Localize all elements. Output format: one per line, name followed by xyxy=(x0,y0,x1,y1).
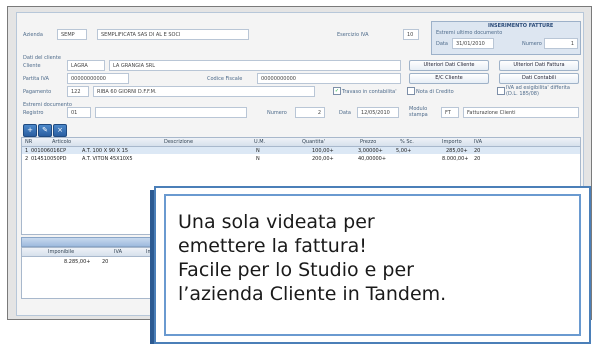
totals-header: Imponibile IVA Im xyxy=(22,248,172,257)
esercizio-label: Esercizio IVA xyxy=(337,32,369,38)
cell-um: N xyxy=(256,148,260,154)
callout-line-2: emettere la fattura! xyxy=(178,235,367,257)
imposta-label: Im xyxy=(146,249,153,255)
dati-contabili-button[interactable]: Dati Contabili xyxy=(499,73,579,84)
cell-descrizione: A.T. VITON 45X10X5 xyxy=(82,156,133,162)
col-descrizione: Descrizione xyxy=(164,139,194,145)
cell-iva: 20 xyxy=(474,156,481,162)
table-row[interactable]: 1 001006016CP A.T. 100 X 90 X 15 N 100,0… xyxy=(22,147,580,154)
registro-label: Registro xyxy=(23,110,44,116)
ec-cliente-button[interactable]: E/C Cliente xyxy=(409,73,489,84)
delete-row-icon[interactable]: × xyxy=(53,124,67,137)
col-quantita: Quantita' xyxy=(302,139,326,145)
last-doc-date-label: Data xyxy=(436,41,448,47)
imponibile-label: Imponibile xyxy=(48,249,75,255)
last-doc-number-field: 1 xyxy=(544,38,578,49)
edit-row-icon[interactable]: ✎ xyxy=(38,124,52,137)
ulteriori-fattura-button[interactable]: Ulteriori Dati Fattura xyxy=(499,60,579,71)
cell-importo: 285,00+ xyxy=(446,148,468,154)
callout-line-3: Facile per lo Studio e per xyxy=(178,259,414,281)
azienda-label: Azienda xyxy=(23,32,43,38)
callout-box: Una sola videata per emettere la fattura… xyxy=(154,186,591,344)
cf-label: Codice Fiscale xyxy=(207,76,243,82)
last-doc-date-field: 31/01/2010 xyxy=(452,38,494,49)
pagamento-code-field[interactable]: 122 xyxy=(67,86,89,97)
cell-descrizione: A.T. 100 X 90 X 15 xyxy=(82,148,129,154)
data-label: Data xyxy=(339,110,351,116)
cell-sconto: 5,00+ xyxy=(396,148,412,154)
table-row[interactable]: 2 014510050PD A.T. VITON 45X10X5 N 200,0… xyxy=(22,155,580,162)
modulo-desc-field[interactable]: Fatturazione Clienti xyxy=(463,107,579,118)
last-doc-number-label: Numero xyxy=(522,41,542,47)
cliente-label: Cliente xyxy=(23,63,41,69)
data-field[interactable]: 12/05/2010 xyxy=(357,107,399,118)
cf-field[interactable]: 00000000000 xyxy=(257,73,401,84)
pagamento-label: Pagamento xyxy=(23,89,52,95)
col-nr: NR xyxy=(25,139,33,145)
col-iva: IVA xyxy=(474,139,482,145)
iva-label: IVA xyxy=(114,249,122,255)
totals-iva-value: 20 xyxy=(102,259,109,265)
callout-inner-border: Una sola videata per emettere la fattura… xyxy=(164,194,581,336)
numero-field[interactable]: 2 xyxy=(295,107,325,118)
esercizio-field[interactable]: 10 xyxy=(403,29,419,40)
cell-nr: 1 xyxy=(25,148,29,154)
piva-field[interactable]: 00000000000 xyxy=(67,73,129,84)
cell-importo: 8.000,00+ xyxy=(442,156,469,162)
cliente-section-label: Dati del cliente xyxy=(23,55,61,61)
callout-text: Una sola videata per emettere la fattura… xyxy=(178,210,446,306)
cell-prezzo: 40,00000+ xyxy=(358,156,387,162)
azienda-code-field[interactable]: SEMP xyxy=(57,29,87,40)
imponibile-value: 8.285,00+ xyxy=(64,259,91,265)
pagamento-desc-field[interactable]: RIBA 60 GIORNI D.F.F.M. xyxy=(93,86,315,97)
col-um: U.M. xyxy=(254,139,266,145)
cliente-name-field[interactable]: LA GRANGIA SRL xyxy=(109,60,401,71)
cell-articolo: 001006016CP xyxy=(31,148,67,154)
travaso-label: Travaso in contabilita' xyxy=(342,89,397,95)
cell-quantita: 200,00+ xyxy=(312,156,334,162)
cell-prezzo: 3,00000+ xyxy=(358,148,383,154)
cell-iva: 20 xyxy=(474,148,481,154)
grid-header: NR Articolo Descrizione U.M. Quantita' P… xyxy=(22,138,580,147)
doc-info-panel: INSERIMENTO FATTURE Estremi ultimo docum… xyxy=(431,21,581,55)
cliente-code-field[interactable]: LAGRA xyxy=(67,60,105,71)
col-articolo: Articolo xyxy=(52,139,72,145)
travaso-checkbox[interactable]: ✓ xyxy=(333,87,341,95)
callout-line-1: Una sola videata per xyxy=(178,211,375,233)
cell-quantita: 100,00+ xyxy=(312,148,334,154)
documento-section-label: Estremi documento xyxy=(23,102,72,108)
col-sconto: % Sc. xyxy=(400,139,414,145)
panel-title: INSERIMENTO FATTURE xyxy=(488,23,554,29)
modulo-code-field[interactable]: FT xyxy=(441,107,459,118)
numero-label: Numero xyxy=(267,110,287,116)
col-importo: Importo xyxy=(442,139,462,145)
iva-differita-label: IVA ad esigibilita' differita (D.L. 185/… xyxy=(506,85,570,97)
modulo-label: Modulo stampa xyxy=(409,106,428,118)
piva-label: Partita IVA xyxy=(23,76,49,82)
cell-nr: 2 xyxy=(25,156,29,162)
col-prezzo: Prezzo xyxy=(360,139,377,145)
iva-differita-checkbox[interactable] xyxy=(497,87,505,95)
ulteriori-cliente-button[interactable]: Ulteriori Dati Cliente xyxy=(409,60,489,71)
totals-panel: Imponibile IVA Im 8.285,00+ 20 xyxy=(21,247,173,299)
add-row-icon[interactable]: + xyxy=(23,124,37,137)
cell-articolo: 014510050PD xyxy=(31,156,67,162)
last-doc-label: Estremi ultimo documento xyxy=(436,30,503,36)
nota-credito-checkbox[interactable] xyxy=(407,87,415,95)
nota-credito-label: Nota di Credito xyxy=(416,89,454,95)
registro-desc-field xyxy=(95,107,247,118)
cell-um: N xyxy=(256,156,260,162)
callout-line-4: l’azienda Cliente in Tandem. xyxy=(178,283,447,305)
registro-field[interactable]: 01 xyxy=(67,107,91,118)
azienda-name-field[interactable]: SEMPLIFICATA SAS DI AL E SOCI xyxy=(97,29,249,40)
totals-title-bar xyxy=(21,237,173,247)
